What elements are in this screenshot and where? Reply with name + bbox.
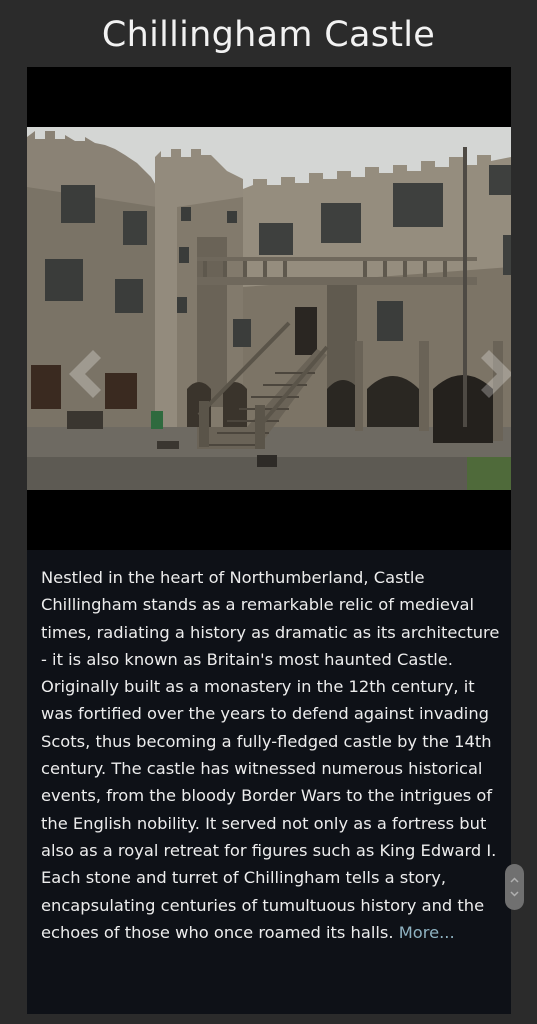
description-body: Nestled in the heart of Northumberland, …: [41, 568, 500, 942]
gallery-prev-button[interactable]: [63, 342, 107, 406]
chevron-right-icon: [481, 350, 511, 398]
description-text: Nestled in the heart of Northumberland, …: [41, 564, 503, 946]
chevron-left-icon: [69, 350, 101, 398]
image-gallery[interactable]: [27, 67, 511, 550]
gallery-next-button[interactable]: [475, 342, 511, 406]
description-panel: Nestled in the heart of Northumberland, …: [27, 550, 511, 1014]
chevron-down-icon: [510, 891, 519, 897]
more-link[interactable]: More...: [399, 923, 455, 942]
page: Chillingham Castle Nestled in the heart …: [0, 0, 537, 1024]
chevron-up-icon: [510, 877, 519, 883]
scroll-handle[interactable]: [505, 864, 524, 910]
page-title: Chillingham Castle: [101, 15, 436, 55]
castle-photo: [27, 127, 511, 490]
